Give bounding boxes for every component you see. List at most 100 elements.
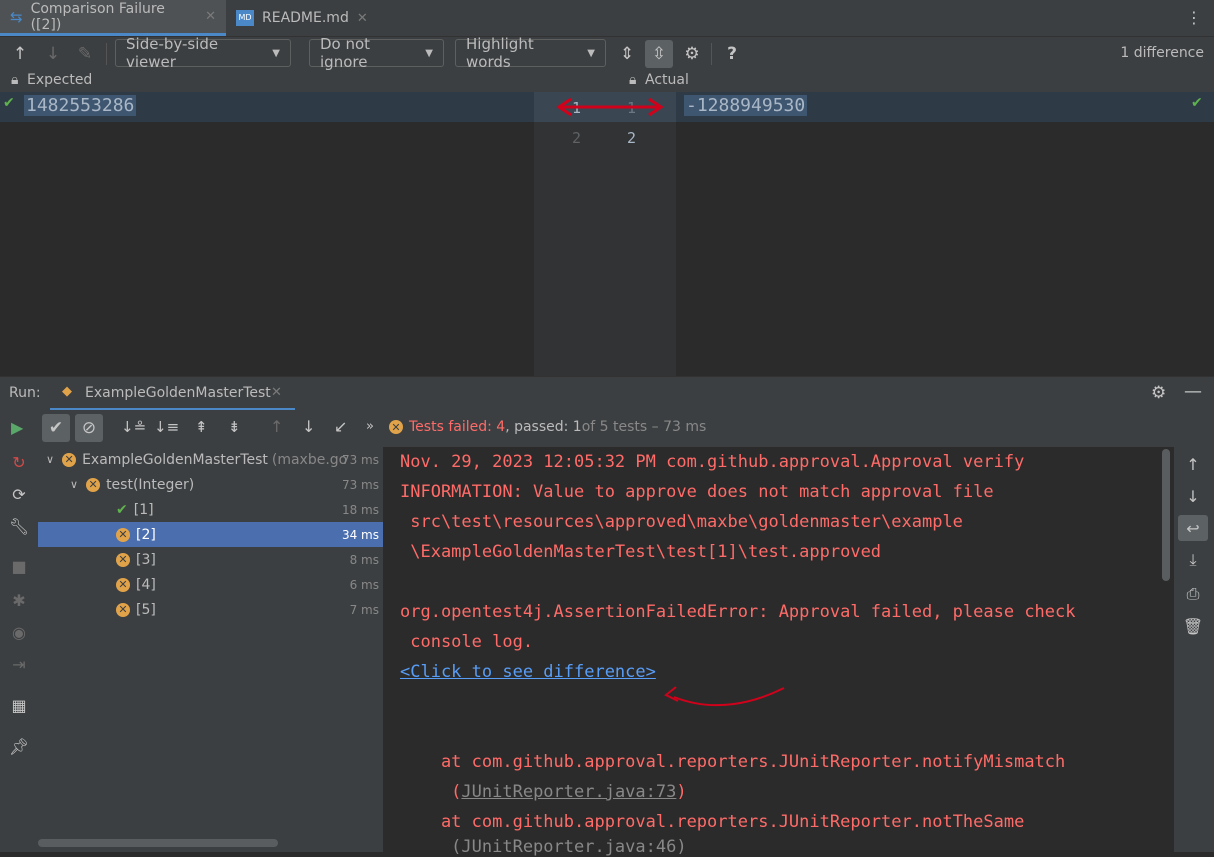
close-tab-icon[interactable]: ✕: [205, 9, 216, 24]
rerun-icon[interactable]: ▶: [11, 418, 23, 437]
gear-icon[interactable]: ⚙: [681, 43, 703, 65]
highlight-mode-dropdown[interactable]: Highlight words ▼: [455, 35, 606, 71]
wrench-icon[interactable]: 🔧︎: [0, 513, 38, 539]
rerun-failed-tests-icon[interactable]: ↻: [0, 449, 38, 475]
test-results-tree: ∨ ✕ ExampleGoldenMasterTest (maxbe.go 73…: [38, 447, 384, 852]
console-line: console log.: [400, 632, 534, 652]
tree-item-method[interactable]: ∨ ✕ test(Integer) 73 ms: [38, 472, 383, 497]
run-config-tab[interactable]: ◆ ExampleGoldenMasterTest ✕: [50, 377, 295, 411]
trash-icon[interactable]: 🗑︎: [1174, 613, 1212, 639]
actual-editor[interactable]: -1288949530 ✔: [676, 92, 1214, 376]
failed-icon: ✕: [116, 552, 130, 567]
down-arrow-icon[interactable]: ↓: [1174, 483, 1212, 509]
close-tab-icon[interactable]: ✕: [357, 11, 368, 26]
layout-icon[interactable]: ▦: [0, 692, 38, 718]
scroll-to-end-icon[interactable]: ⤓: [1174, 547, 1212, 573]
chevron-down-icon: ▼: [272, 47, 280, 59]
run-label: Run:: [9, 385, 41, 401]
next-failed-test-icon[interactable]: ↓: [302, 417, 315, 436]
passed-icon: ✔: [116, 501, 128, 518]
vertical-scrollbar[interactable]: [1162, 449, 1170, 581]
import-tests-icon[interactable]: ↙: [334, 417, 347, 436]
console-text: ): [676, 782, 687, 802]
diff-icon: ⇆: [10, 7, 23, 26]
minimize-icon[interactable]: —: [1184, 381, 1202, 402]
tree-item-label: [3]: [136, 551, 156, 568]
tab-readme[interactable]: MD README.md ✕: [226, 0, 378, 36]
sync-scroll-icon[interactable]: ⇳: [645, 40, 673, 68]
diff-toolbar: ↑ ↓ ✎ Side-by-side viewer ▼ Do not ignore…: [0, 35, 1214, 71]
close-tab-icon[interactable]: ✕: [271, 385, 282, 400]
horizontal-scrollbar[interactable]: [38, 839, 278, 847]
console-line: at com.github.approval.reporters.JUnitRe…: [400, 812, 1025, 832]
camera-icon[interactable]: ◉: [0, 619, 38, 645]
previous-failed-test-icon[interactable]: ↑: [270, 417, 283, 436]
test-run-icon: ◆: [62, 384, 72, 399]
soft-wrap-icon[interactable]: ↩: [1178, 515, 1208, 541]
failed-icon: ✕: [116, 602, 130, 617]
console-line: src\test\resources\approved\maxbe\golden…: [400, 512, 963, 532]
tree-item-test[interactable]: ✕ [3] 8 ms: [38, 547, 383, 572]
more-options-icon[interactable]: ⋮: [1186, 8, 1202, 27]
help-icon[interactable]: ?: [721, 43, 743, 65]
previous-difference-icon[interactable]: ↑: [9, 43, 31, 65]
console-output[interactable]: Nov. 29, 2023 12:05:32 PM com.github.app…: [384, 447, 1160, 857]
test-duration: 18 ms: [341, 502, 379, 517]
tab-comparison-failure[interactable]: ⇆ Comparison Failure ([2]) ✕: [0, 0, 226, 36]
pin-icon[interactable]: 📌︎: [0, 733, 38, 759]
edit-icon[interactable]: ✎: [74, 43, 96, 65]
expand-all-icon[interactable]: ⇞: [195, 418, 208, 436]
tree-item-test[interactable]: ✕ [2] 34 ms: [38, 522, 383, 547]
difference-count: 1 difference: [1120, 45, 1204, 61]
collapse-unchanged-icon[interactable]: ⇕: [616, 43, 638, 65]
test-runner-toolbar: ▶ ✔ ⊘ ↓≗ ↓≡ ⇞ ⇟ ↑ ↓ ↙ » ✕ Tests failed: …: [0, 410, 1214, 447]
sort-by-duration-icon[interactable]: ↓≡: [154, 418, 179, 436]
gear-icon[interactable]: ⚙: [1151, 383, 1166, 403]
tab-label: Comparison Failure ([2]): [30, 0, 165, 33]
tree-item-label: [5]: [136, 601, 156, 618]
test-duration: 73 ms: [341, 452, 379, 467]
toggle-auto-test-icon[interactable]: ⟳: [0, 481, 38, 507]
show-ignored-toggle[interactable]: ⊘: [75, 414, 103, 442]
highlight-value: Highlight words: [466, 35, 534, 71]
click-to-see-difference-link[interactable]: <Click to see difference>: [400, 662, 656, 682]
chevron-down-icon: ∨: [70, 478, 79, 491]
sort-alphabetically-icon[interactable]: ↓≗: [121, 418, 146, 436]
run-side-toolbar: ↻ ⟳ 🔧︎ ■ ✱ ◉ ⇥ ▦ 📌︎: [0, 447, 38, 852]
debug-icon[interactable]: ✱: [0, 587, 38, 613]
tab-label: README.md: [262, 10, 349, 26]
expected-editor[interactable]: ✔ 1482553286: [0, 92, 534, 376]
tree-item-test[interactable]: ✕ [5] 7 ms: [38, 597, 383, 622]
source-link[interactable]: JUnitReporter.java:73: [461, 782, 676, 802]
collapse-all-icon[interactable]: ⇟: [228, 418, 241, 436]
console-scroll-track: [1160, 447, 1174, 852]
failed-icon: ✕: [389, 420, 403, 434]
up-arrow-icon[interactable]: ↑: [1174, 451, 1212, 477]
diff-gutter: 1 1 2 2: [534, 92, 676, 376]
tests-total: of 5 tests – 73 ms: [581, 419, 707, 435]
diff-side-labels: 🔒︎ Expected 🔒︎ Actual: [0, 70, 1214, 92]
console-stack-frame: (JUnitReporter.java:73): [400, 782, 687, 802]
next-difference-icon[interactable]: ↓: [42, 43, 64, 65]
lock-icon: 🔒︎: [629, 72, 637, 88]
print-icon[interactable]: ⎙: [1174, 581, 1212, 607]
ignore-value: Do not ignore: [320, 35, 371, 71]
actual-label: Actual: [645, 72, 689, 88]
stop-icon[interactable]: ■: [0, 553, 38, 579]
tree-item-test[interactable]: ✕ [4] 6 ms: [38, 572, 383, 597]
tree-item-label: [4]: [136, 576, 156, 593]
tree-item-test[interactable]: ✔ [1] 18 ms: [38, 497, 383, 522]
tree-item-suite[interactable]: ∨ ✕ ExampleGoldenMasterTest (maxbe.go 73…: [38, 447, 383, 472]
ignore-whitespace-dropdown[interactable]: Do not ignore ▼: [309, 35, 444, 71]
run-tool-window-header: Run: ◆ ExampleGoldenMasterTest ✕ ⚙ —: [0, 376, 1214, 411]
tree-item-package: (maxbe.go: [271, 451, 348, 468]
more-icon[interactable]: »: [366, 419, 374, 434]
checkmark-icon: ✔: [3, 95, 15, 111]
exit-icon[interactable]: ⇥: [0, 651, 38, 677]
checkmark-icon: ✔: [1191, 95, 1203, 111]
show-passed-toggle[interactable]: ✔: [42, 414, 70, 442]
console-line: Nov. 29, 2023 12:05:32 PM com.github.app…: [400, 452, 1025, 472]
test-duration: 7 ms: [349, 602, 379, 617]
chevron-down-icon: ▼: [425, 47, 433, 59]
viewer-mode-dropdown[interactable]: Side-by-side viewer ▼: [115, 35, 291, 71]
